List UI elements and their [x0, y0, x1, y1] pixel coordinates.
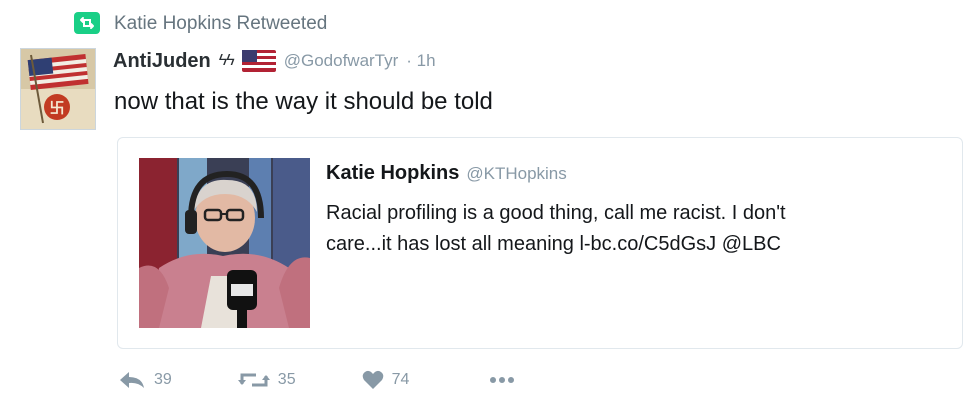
user-handle[interactable]: @GodofwarTyr: [284, 51, 399, 71]
quoted-tweet-text-line: care...it has lost all meaning l-bc.co/C…: [326, 233, 781, 255]
tweet-text: now that is the way it should be told: [114, 88, 493, 115]
more-dots-icon: [489, 376, 515, 384]
retweet-context-icon: [74, 12, 100, 34]
more-button[interactable]: [489, 376, 515, 384]
svg-text:卐: 卐: [49, 99, 64, 117]
name-suffix: ϟϟ: [218, 52, 235, 69]
avatar[interactable]: 卐: [20, 48, 96, 130]
like-count: 74: [391, 371, 410, 388]
reply-button[interactable]: 39: [118, 370, 172, 390]
retweet-context-label[interactable]: Katie Hopkins Retweeted: [114, 12, 327, 36]
reply-icon: [118, 370, 146, 390]
tweet-actions: 39 35 74: [118, 370, 551, 390]
quoted-tweet-header: Katie Hopkins @KTHopkins: [326, 162, 567, 188]
quoted-tweet-text: Racial profiling is a good thing, call m…: [326, 198, 926, 260]
timestamp[interactable]: · 1h: [406, 51, 435, 71]
display-name[interactable]: AntiJuden: [113, 50, 211, 73]
retweet-button[interactable]: 35: [237, 370, 296, 390]
heart-icon: [362, 370, 384, 390]
quoted-tweet-text-line: Racial profiling is a good thing, call m…: [326, 202, 786, 224]
quoted-user-handle[interactable]: @KTHopkins: [466, 164, 566, 184]
retweet-count: 35: [277, 371, 296, 388]
like-button[interactable]: 74: [362, 370, 410, 390]
tweet-header: AntiJuden ϟϟ @GodofwarTyr · 1h: [113, 48, 436, 74]
retweet-icon: [237, 370, 270, 390]
quoted-tweet-card[interactable]: Katie Hopkins @KTHopkins Racial profilin…: [117, 137, 963, 349]
us-flag-icon: [241, 50, 276, 72]
quoted-tweet-photo[interactable]: [139, 158, 310, 328]
reply-count: 39: [154, 371, 172, 388]
quoted-display-name[interactable]: Katie Hopkins: [326, 162, 459, 185]
